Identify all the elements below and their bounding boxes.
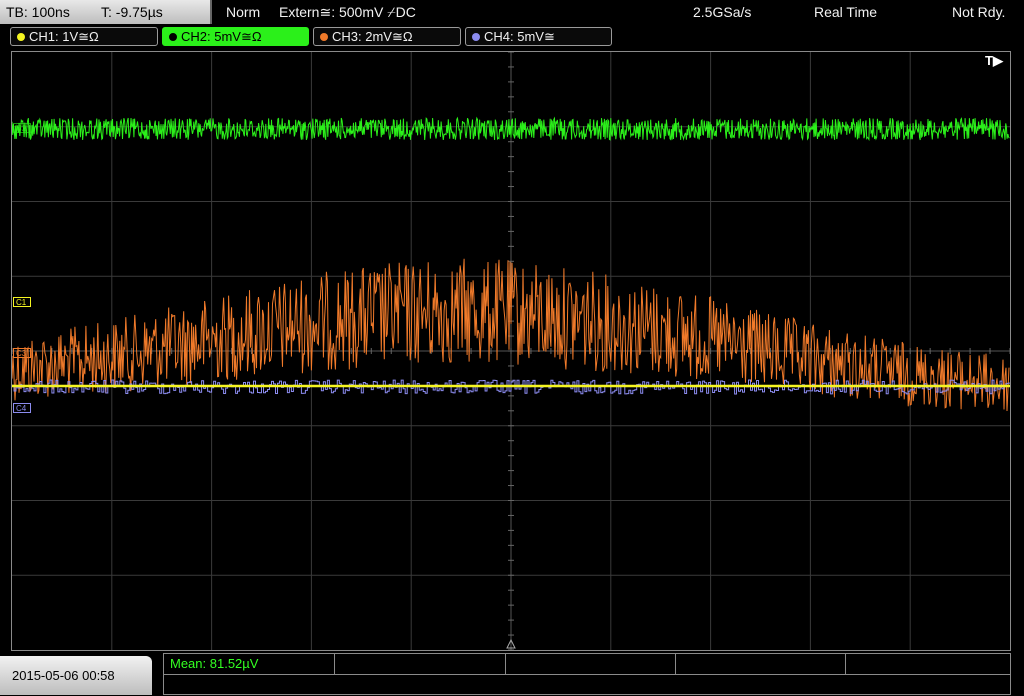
- measurement-cell[interactable]: [676, 654, 846, 674]
- trigger-mode[interactable]: Norm: [226, 0, 260, 24]
- bottom-bar: 2015-05-06 00:58 Mean: 81.52µV: [0, 652, 1024, 695]
- timebase-label: TB: 100ns: [6, 4, 70, 20]
- trigger-status: Not Rdy.: [952, 4, 1006, 20]
- ch2-dot-icon: [169, 33, 177, 41]
- ch4-offset-marker[interactable]: C4: [13, 403, 32, 413]
- mean-measurement: Mean: 81.52µV: [170, 656, 259, 671]
- waveform-canvas: [12, 52, 1010, 650]
- waveform-display[interactable]: [11, 51, 1011, 651]
- timebase-box[interactable]: TB: 100ns T: -9.75µs: [0, 0, 212, 24]
- measurement-panel[interactable]: Mean: 81.52µV: [163, 653, 1011, 695]
- status-bar: TB: 100ns T: -9.75µs Norm Extern≅: 500mV…: [0, 0, 1024, 24]
- ch1-dot-icon: [17, 33, 25, 41]
- channel-tab-ch1[interactable]: CH1: 1V≅Ω: [10, 27, 158, 46]
- ch1-offset-marker[interactable]: C1: [13, 297, 32, 307]
- channel-label-ch1: CH1: 1V≅Ω: [29, 29, 99, 44]
- measurement-cell[interactable]: [506, 654, 676, 674]
- channel-tab-ch2[interactable]: CH2: 5mV≅Ω: [162, 27, 309, 46]
- channel-label-ch2: CH2: 5mV≅Ω: [181, 29, 262, 44]
- channel-bar: CH1: 1V≅Ω CH2: 5mV≅Ω CH3: 2mV≅Ω CH4: 5mV…: [0, 26, 1024, 48]
- channel-label-ch4: CH4: 5mV≅: [484, 29, 555, 44]
- sample-rate: 2.5GSa/s: [693, 4, 752, 20]
- measurement-cell[interactable]: [335, 654, 506, 674]
- channel-label-ch3: CH3: 2mV≅Ω: [332, 29, 413, 44]
- ch3-dot-icon: [320, 33, 328, 41]
- date-time: 2015-05-06 00:58: [0, 656, 152, 695]
- trigger-position-icon: T▶: [985, 53, 1003, 68]
- measurement-divider: [164, 674, 1010, 675]
- trigger-source[interactable]: Extern≅: 500mV ⌿DC: [279, 0, 416, 24]
- ch4-dot-icon: [472, 33, 480, 41]
- ch3-offset-marker[interactable]: C3: [13, 348, 32, 358]
- channel-tab-ch4[interactable]: CH4: 5mV≅: [465, 27, 612, 46]
- ch2-offset-marker[interactable]: C2: [13, 123, 32, 133]
- trigger-time-label: T: -9.75µs: [101, 4, 163, 20]
- channel-tab-ch3[interactable]: CH3: 2mV≅Ω: [313, 27, 461, 46]
- acquisition-mode: Real Time: [814, 4, 878, 20]
